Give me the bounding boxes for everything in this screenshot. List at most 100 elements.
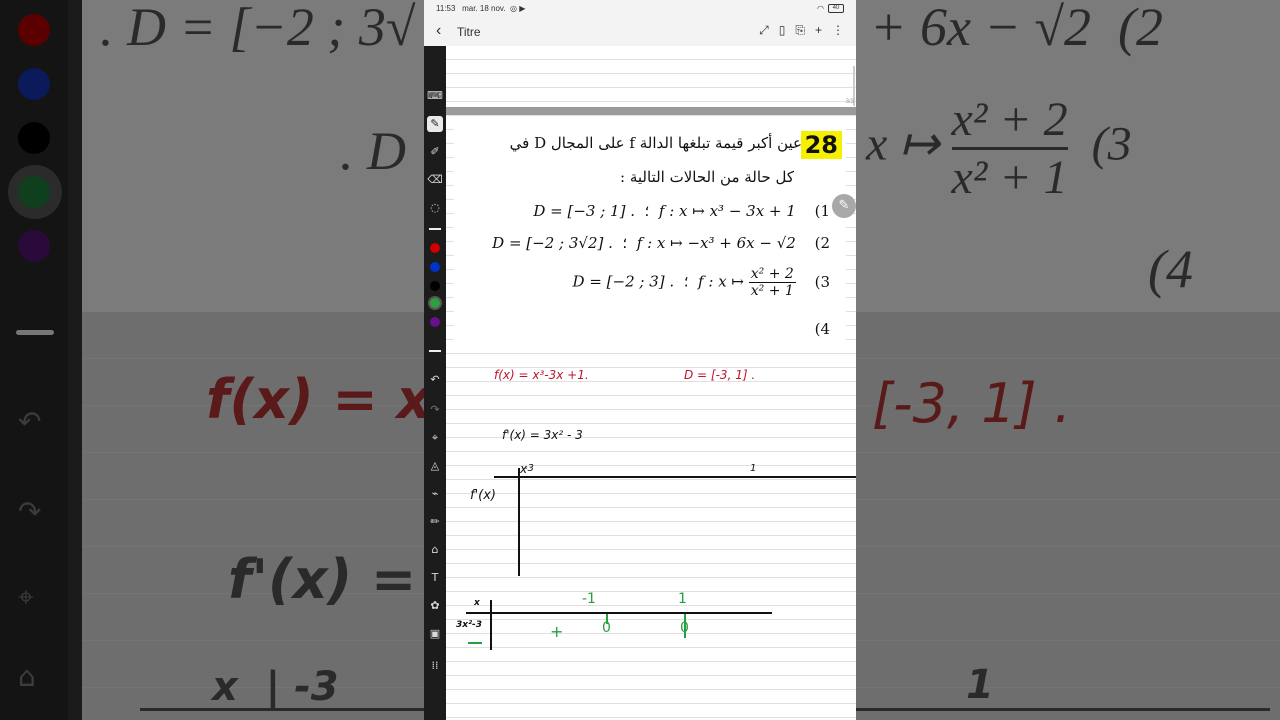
case-3: D = [−2 ; 3] . ؛ f : x ↦ x² + 2 x² + 1 (…: [573, 266, 830, 299]
shape-recognition-icon[interactable]: ◬: [427, 458, 443, 474]
hw-derivative: f'(x) = 3x² - 3: [502, 428, 583, 442]
note-page[interactable]: 3/3 28 عين أكبر قيمة تبلغها الدالة f على…: [446, 46, 856, 720]
bg-text-frac: x ↦ x² + 2 x² + 1 (3: [866, 93, 1132, 204]
bg-redo-icon: ↷: [18, 495, 42, 528]
bg-red-swatch: [18, 14, 50, 46]
sticker-icon[interactable]: ✿: [427, 598, 443, 614]
case-2: D = [−2 ; 3√2] . ؛ f : x ↦ −x³ + 6x − √2…: [492, 234, 830, 252]
keyboard-icon[interactable]: ⌨: [427, 88, 443, 104]
case-1-domain: D = [−3 ; 1] .: [533, 202, 635, 220]
eraser-icon[interactable]: ⌫: [427, 172, 443, 188]
table1-header-line: [494, 476, 856, 478]
case-4: (4: [801, 320, 830, 338]
case-1-function: f : x ↦ x³ − 3x + 1: [658, 202, 796, 220]
case-3-separator: ؛: [683, 272, 689, 291]
more-vertical-icon[interactable]: ⋮: [832, 23, 844, 38]
case-2-separator: ؛: [622, 234, 628, 252]
case-1: D = [−3 ; 1] . ؛ f : x ↦ x³ − 3x + 1 (1: [533, 202, 830, 220]
bg-text-d: . D: [340, 121, 406, 181]
case-1-number: (1: [814, 202, 830, 220]
table2-divider: [490, 600, 492, 650]
image-icon[interactable]: ▣: [427, 626, 443, 642]
bg-text-case4: (4: [1148, 239, 1193, 299]
status-bar: 11:53 mar. 18 nov. ◎ ▶ ◠ 40: [424, 0, 856, 18]
page-indicator: 3/3: [845, 99, 854, 105]
text-tool-icon[interactable]: T: [427, 570, 443, 586]
bg-hw-domain: [-3, 1] .: [872, 372, 1071, 435]
bg-blue-swatch: [18, 68, 50, 100]
chevron-left-icon[interactable]: ‹: [436, 22, 441, 40]
table2-underline: [468, 642, 482, 644]
case-3-fraction: x² + 2 x² + 1: [748, 266, 796, 299]
table2-top-label: x: [474, 598, 480, 608]
bg-text-domain-2: . D = [−2 ; 3√: [100, 0, 416, 57]
notification-icons: ◎ ▶: [507, 4, 526, 13]
expand-icon[interactable]: ⤢: [759, 23, 769, 38]
redo-icon[interactable]: ↷: [427, 402, 443, 418]
stroke-width-indicator[interactable]: [429, 350, 441, 352]
table1-end: 1: [750, 463, 757, 474]
table2-tick-1: [606, 614, 608, 624]
edit-pencil-button[interactable]: ✎: [832, 194, 856, 218]
pen-tool-icon[interactable]: ✎: [427, 116, 443, 132]
wifi-icon: ◠: [817, 4, 824, 13]
table2-header-line: [466, 612, 772, 614]
undo-icon[interactable]: ↶: [427, 372, 443, 388]
table1-row-label: f'(x): [470, 488, 496, 503]
status-time-date: 11:53 mar. 18 nov. ◎ ▶: [436, 4, 525, 13]
exercise-line-2: كل حالة من الحالات التالية :: [620, 168, 794, 186]
bg-hw-fx: f(x) = x³: [206, 368, 456, 431]
case-2-number: (2: [814, 234, 830, 252]
color-swatch-green[interactable]: [430, 298, 440, 308]
grid-menu-icon[interactable]: ⁞⁞: [427, 658, 443, 674]
table2-root-1: -1: [582, 591, 596, 607]
case-1-separator: ؛: [644, 202, 650, 220]
plus-icon[interactable]: +: [815, 23, 822, 38]
table2-tick-2: [684, 614, 686, 638]
exercise-line-1: عين أكبر قيمة تبلغها الدالة f على المجال…: [509, 134, 802, 152]
title-actions: ⤢ ▯ ⎘ + ⋮: [759, 23, 844, 38]
battery-icon: 40: [828, 4, 844, 13]
ruler-icon[interactable]: ⌂: [427, 542, 443, 558]
color-swatch-blue[interactable]: [430, 262, 440, 272]
bg-text-func-2: + 6x − √2 (2: [870, 0, 1163, 57]
bg-purple-swatch: [18, 230, 50, 262]
bg-hw-table-x: x | -3: [212, 664, 339, 710]
lasso-icon[interactable]: ◌: [427, 200, 443, 216]
strip-divider: [429, 228, 441, 230]
bg-hw-table-one: 1: [966, 662, 994, 708]
case-2-domain: D = [−2 ; 3√2] .: [492, 234, 613, 252]
highlighter-icon[interactable]: ✐: [427, 144, 443, 160]
color-swatch-black[interactable]: [430, 281, 440, 291]
case-2-function: f : x ↦ −x³ + 6x − √2: [636, 234, 796, 252]
exercise-card: 28 عين أكبر قيمة تبلغها الدالة f على الم…: [454, 128, 846, 344]
exercise-number: 28: [800, 131, 842, 159]
table2-sign-1: +: [550, 622, 564, 641]
case-3-numerator: x² + 2: [748, 266, 796, 283]
color-swatch-purple[interactable]: [430, 317, 440, 327]
bg-black-swatch: [18, 122, 50, 154]
table2-root-2: 1: [678, 591, 687, 607]
bg-lasso-icon: ⌖: [18, 580, 34, 613]
title-bar: ‹ Titre ⤢ ▯ ⎘ + ⋮: [424, 18, 856, 47]
marker-icon[interactable]: ✏: [427, 514, 443, 530]
bg-shape-icon: ⌂: [18, 660, 36, 693]
bg-left-toolbar: [0, 0, 68, 720]
book-icon[interactable]: ▯: [779, 23, 786, 38]
document-title[interactable]: Titre: [457, 25, 481, 39]
status-right: ◠ 40: [817, 4, 844, 13]
table1-divider: [518, 468, 520, 576]
case-3-function-prefix: f : x ↦: [698, 272, 744, 291]
tool-strip: ⌨ ✎ ✐ ⌫ ◌ ↶ ↷ ⌖ ◬ ⌁ ✏ ⌂ T ✿ ▣ ⁞⁞: [424, 46, 446, 720]
case-3-denominator: x² + 1: [750, 283, 794, 299]
lasso-select-icon[interactable]: ⌖: [427, 430, 443, 446]
export-icon[interactable]: ⎘: [795, 23, 805, 38]
laser-icon[interactable]: ⌁: [427, 486, 443, 502]
case-4-number: (4: [814, 320, 830, 338]
table2-row-label: 3x²-3: [456, 620, 483, 630]
bg-undo-icon: ↶: [18, 405, 42, 438]
note-app-window: 11:53 mar. 18 nov. ◎ ▶ ◠ 40 ‹ Titre ⤢ ▯ …: [424, 0, 856, 720]
color-swatch-red[interactable]: [430, 243, 440, 253]
case-3-domain: D = [−2 ; 3] .: [572, 272, 675, 291]
bg-divider: [16, 330, 54, 335]
